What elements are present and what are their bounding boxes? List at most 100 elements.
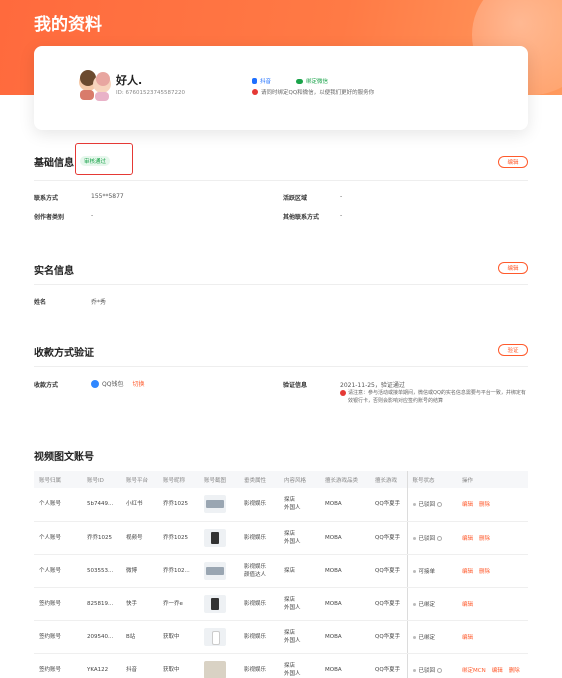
col-owner: 账号归属 — [34, 471, 82, 488]
col-game: 擅长游戏 — [370, 471, 408, 488]
info-icon[interactable] — [437, 667, 443, 673]
genre-cell: MOBA — [320, 653, 370, 678]
status-dot-icon — [412, 503, 416, 507]
realname-title: 实名信息 — [34, 266, 74, 277]
switch-link[interactable]: 切换 — [132, 379, 144, 388]
vertical-cell: 影视娱乐 — [239, 521, 279, 555]
screenshot-cell — [199, 488, 239, 522]
douyin-icon — [252, 78, 257, 84]
col-id: 账号ID — [82, 471, 121, 488]
genre-cell: MOBA — [320, 488, 370, 522]
vertical-cell: 影视娱乐 颜值达人 — [239, 554, 279, 588]
genre-cell: MOBA — [320, 521, 370, 555]
table-row: 签约账号 825819... 快手 乔一乔e 影视娱乐 探店 外国人 MOBA QQ华夏手 已绑… — [34, 587, 528, 621]
avatar[interactable] — [76, 68, 114, 102]
row-action-link[interactable]: 绑定MCN — [462, 668, 486, 674]
account-screenshot[interactable] — [204, 495, 226, 514]
payment-method-value: QQ钱包 — [102, 381, 124, 388]
accounts-table: 账号归属 账号ID 账号平台 账号昵称 账号截图 垂类属性 内容风格 擅长游戏品… — [34, 471, 528, 678]
profile-card: 好人. ID: 67601523745587220 抖音 绑定微信 请同时绑定Q… — [34, 46, 528, 130]
col-platform: 账号平台 — [121, 471, 158, 488]
row-action-link[interactable]: 删除 — [479, 502, 490, 508]
vertical-cell: 影视娱乐 — [239, 620, 279, 654]
actions-cell: 编辑 — [457, 587, 528, 621]
other-contact-label: 其他联系方式 — [283, 214, 320, 221]
account-screenshot[interactable] — [204, 594, 226, 613]
name-label: 姓名 — [34, 299, 47, 306]
row-action-link[interactable]: 删除 — [509, 668, 520, 674]
table-row: 签约账号 209540... B站 获取中 影视娱乐 探店 外国人 MOBA QQ华夏手 已绑定… — [34, 620, 528, 654]
other-contact-value: - — [340, 212, 343, 219]
id-cell: 825819... — [82, 587, 121, 621]
account-screenshot[interactable] — [204, 561, 226, 580]
contact-label: 联系方式 — [34, 195, 59, 202]
status-text: 可接单 — [418, 568, 436, 575]
status-text: 已驳回 — [418, 502, 436, 509]
row-action-link[interactable]: 编辑 — [462, 502, 473, 508]
payment-method-label: 收款方式 — [34, 382, 59, 389]
actions-cell: 编辑 删除 — [457, 554, 528, 588]
table-row: 签约账号 YKA122 抖音 获取中 影视娱乐 探店 外国人 MOBA QQ华夏手 已驳回 绑定M… — [34, 653, 528, 678]
status-cell: 已驳回 — [407, 653, 457, 678]
status-cell: 已绑定 — [407, 620, 457, 654]
alert-icon — [252, 89, 258, 95]
actions-cell: 编辑 删除 — [457, 488, 528, 522]
col-actions: 操作 — [457, 471, 528, 488]
realname-edit-button[interactable]: 编辑 — [498, 262, 528, 274]
status-cell: 已驳回 — [407, 521, 457, 555]
status-dot-icon — [412, 668, 416, 672]
vertical-cell: 影视娱乐 — [239, 587, 279, 621]
row-action-link[interactable]: 编辑 — [462, 602, 473, 608]
basic-edit-button[interactable]: 编辑 — [498, 156, 528, 168]
game-cell: QQ华夏手 — [370, 653, 408, 678]
col-style: 内容风格 — [279, 471, 320, 488]
wechat-icon — [296, 78, 303, 84]
status-text: 已绑定 — [418, 601, 436, 608]
user-id: ID: 67601523745587220 — [116, 90, 185, 96]
divider — [34, 180, 528, 181]
col-status: 账号状态 — [407, 471, 457, 488]
style-cell: 探店 外国人 — [279, 653, 320, 678]
alert-icon — [340, 390, 346, 396]
nickname-cell: 获取中 — [158, 620, 199, 654]
platform-cell: 微博 — [121, 554, 158, 588]
info-icon[interactable] — [437, 535, 443, 541]
platform-cell: B站 — [121, 620, 158, 654]
creator-value: - — [91, 212, 94, 219]
account-screenshot[interactable] — [204, 528, 226, 547]
style-cell: 探店 外国人 — [279, 488, 320, 522]
payment-verify-button[interactable]: 验证 — [498, 344, 528, 356]
wechat-bind-link[interactable]: 绑定微信 — [296, 77, 328, 85]
user-name: 好人. — [116, 74, 143, 87]
table-row: 个人账号 503553... 微博 乔乔102... 影视娱乐 颜值达人 探店 MOBA QQ… — [34, 554, 528, 588]
nickname-cell: 获取中 — [158, 653, 199, 678]
screenshot-cell — [199, 620, 239, 654]
nickname-cell: 乔乔102... — [158, 554, 199, 588]
row-action-link[interactable]: 编辑 — [462, 635, 473, 641]
verify-note: 请注意：参与活动或接单期间，微信或QQ的实名信息需要与平台一致，并绑定有效银行卡… — [340, 389, 530, 405]
genre-cell: MOBA — [320, 620, 370, 654]
account-screenshot[interactable] — [204, 627, 226, 646]
status-dot-icon — [412, 635, 416, 639]
style-cell: 探店 外国人 — [279, 587, 320, 621]
platform-cell: 小红书 — [121, 488, 158, 522]
nickname-cell: 乔乔1025 — [158, 488, 199, 522]
status-dot-icon — [412, 602, 416, 606]
row-action-link[interactable]: 编辑 — [492, 668, 503, 674]
game-cell: QQ华夏手 — [370, 587, 408, 621]
info-icon[interactable] — [437, 502, 443, 508]
row-action-link[interactable]: 编辑 — [462, 536, 473, 542]
row-action-link[interactable]: 删除 — [479, 536, 490, 542]
page-title: 我的资料 — [34, 15, 102, 35]
divider — [34, 366, 528, 367]
id-cell: 503553... — [82, 554, 121, 588]
account-screenshot[interactable] — [204, 660, 226, 678]
status-text: 已绑定 — [418, 634, 436, 641]
name-value: 乔*秀 — [91, 299, 107, 306]
contact-value: 155**5877 — [91, 193, 124, 200]
row-action-link[interactable]: 删除 — [479, 569, 490, 575]
screenshot-cell — [199, 653, 239, 678]
row-action-link[interactable]: 编辑 — [462, 569, 473, 575]
douyin-bind-link[interactable]: 抖音 — [252, 77, 271, 85]
status-cell: 已驳回 — [407, 488, 457, 522]
